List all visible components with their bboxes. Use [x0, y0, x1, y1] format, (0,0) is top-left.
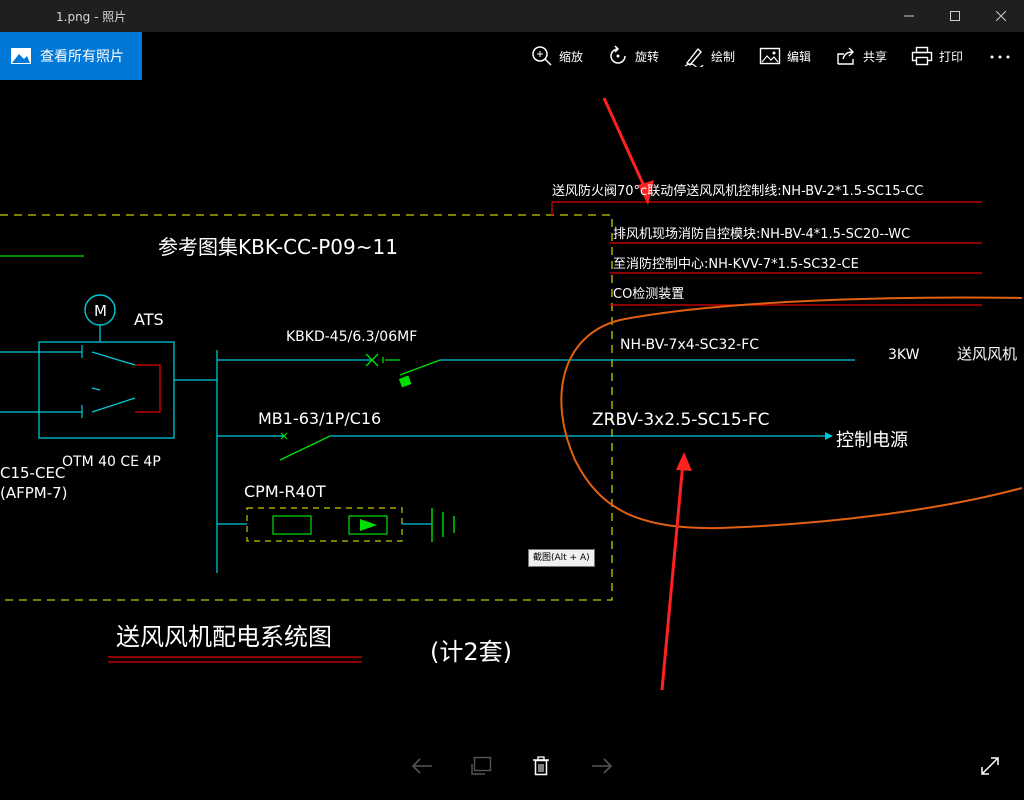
rotate-button[interactable]: 旋转	[607, 32, 659, 80]
fan-label: 送风风机	[957, 345, 1017, 363]
more-icon	[990, 55, 1010, 59]
previous-button[interactable]	[404, 748, 440, 784]
print-label: 打印	[939, 49, 964, 64]
maximize-icon	[950, 11, 960, 21]
close-button[interactable]	[978, 0, 1024, 32]
cable-2-label: ZRBV-3x2.5-SC15-FC	[592, 410, 770, 430]
kbkd-label: KBKD-45/6.3/06MF	[286, 329, 417, 345]
share-button[interactable]: 共享	[835, 32, 887, 80]
zoom-button[interactable]: 缩放	[531, 32, 583, 80]
arrow-left-icon	[411, 758, 432, 774]
more-button[interactable]	[988, 32, 1012, 80]
power-label: 3KW	[888, 347, 920, 363]
left-cut-label-1: C15-CEC	[0, 464, 65, 482]
diagram-title: 送风风机配电系统图	[116, 623, 332, 651]
minimize-icon	[904, 15, 914, 17]
share-label: 共享	[863, 49, 888, 64]
control-line-4: CO检测装置	[613, 287, 684, 302]
ref-title: 参考图集KBK-CC-P09~11	[158, 235, 398, 259]
edit-label: 编辑	[787, 49, 812, 64]
close-icon	[996, 11, 1006, 21]
fullscreen-icon	[981, 757, 999, 775]
control-power-label: 控制电源	[836, 430, 908, 451]
panel-frame	[0, 214, 613, 601]
photo-canvas[interactable]: 参考图集KBK-CC-P09~11 M ATS OTM 40 CE 4P C15…	[0, 80, 1024, 800]
title-bar: 1.png - 照片	[0, 0, 1024, 32]
print-icon	[911, 46, 933, 66]
view-all-photos-label: 查看所有照片	[40, 49, 124, 65]
zoom-icon	[532, 46, 552, 66]
control-line-2: 排风机现场消防自控模块:NH-BV-4*1.5-SC20--WC	[613, 226, 910, 242]
delete-button[interactable]	[523, 748, 559, 784]
share-icon	[837, 47, 854, 65]
otm-label: OTM 40 CE 4P	[62, 454, 161, 470]
cable-1-label: NH-BV-7x4-SC32-FC	[620, 337, 759, 353]
left-cut-label-2: (AFPM-7)	[0, 484, 68, 502]
ats-label: ATS	[134, 310, 164, 329]
edit-button[interactable]: 编辑	[759, 32, 811, 80]
cpm-box	[246, 507, 403, 542]
annotation-arrow-bottom	[660, 452, 692, 691]
next-button[interactable]	[584, 748, 620, 784]
zoom-label: 缩放	[559, 49, 584, 64]
rotate-icon	[610, 45, 626, 64]
slideshow-icon	[471, 756, 492, 775]
print-button[interactable]: 打印	[911, 32, 963, 80]
draw-button[interactable]: 绘制	[683, 32, 735, 80]
mb1-label: MB1-63/1P/C16	[258, 409, 381, 428]
maximize-button[interactable]	[932, 0, 978, 32]
photos-icon	[11, 48, 31, 64]
view-all-photos-button[interactable]: 查看所有照片	[0, 32, 142, 80]
cpm-label: CPM-R40T	[244, 482, 326, 501]
draw-icon	[684, 47, 704, 67]
edit-icon	[759, 47, 781, 65]
set-count-label: (计2套)	[430, 638, 512, 666]
trash-icon	[533, 756, 549, 776]
fullscreen-button[interactable]	[972, 748, 1008, 784]
rotate-label: 旋转	[635, 49, 660, 64]
screenshot-tooltip: 截图(Alt + A)	[528, 549, 595, 567]
minimize-button[interactable]	[886, 0, 932, 32]
slideshow-button[interactable]	[464, 748, 500, 784]
control-line-1: 送风防火阀70°c联动停送风风机控制线:NH-BV-2*1.5-SC15-CC	[552, 183, 924, 199]
draw-label: 绘制	[711, 49, 736, 64]
motor-label: M	[94, 302, 107, 320]
arrow-right-icon	[592, 758, 613, 774]
window-title: 1.png - 照片	[56, 10, 127, 24]
control-line-3: 至消防控制中心:NH-KVV-7*1.5-SC32-CE	[613, 256, 859, 272]
